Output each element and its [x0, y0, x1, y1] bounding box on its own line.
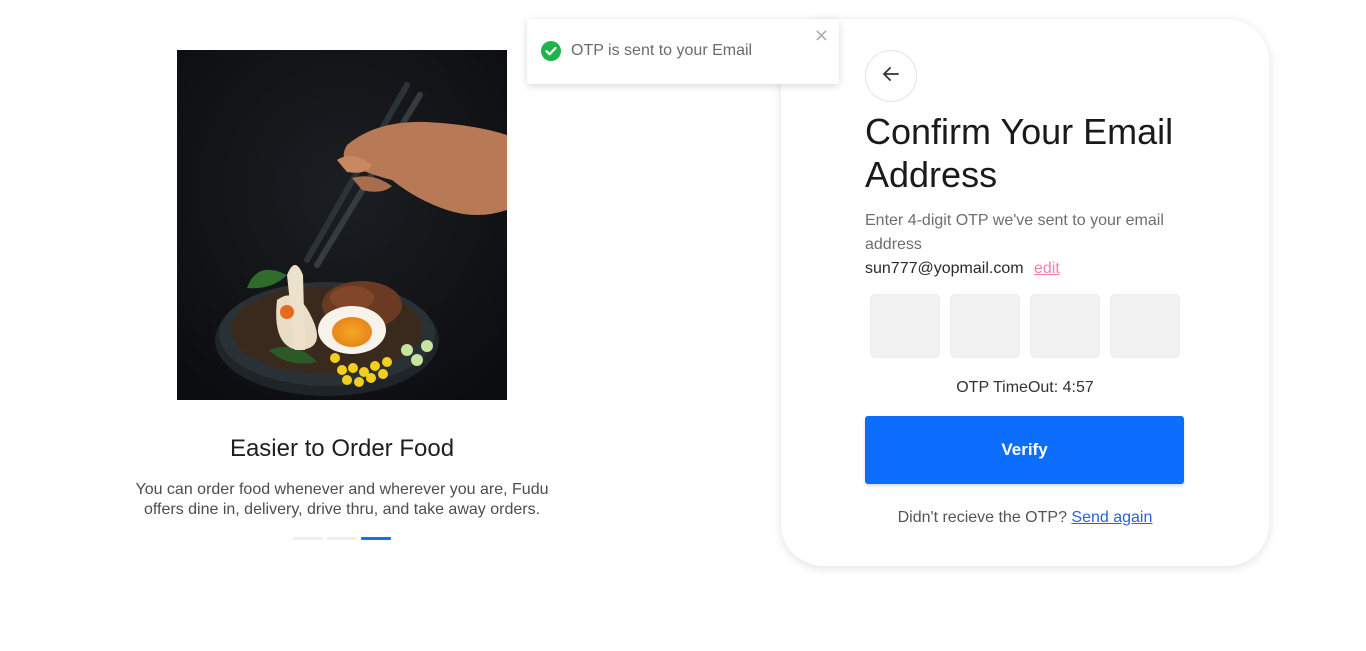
arrow-left-icon [881, 64, 901, 89]
edit-email-link[interactable]: edit [1034, 260, 1060, 277]
otp-digit-1[interactable] [870, 294, 940, 358]
otp-inputs [870, 294, 1180, 358]
confirm-email-card: Confirm Your Email Address Enter 4-digit… [781, 19, 1269, 566]
otp-sent-toast: OTP is sent to your Email × [527, 19, 839, 84]
page: Easier to Order Food You can order food … [0, 0, 1366, 651]
close-icon[interactable]: × [814, 27, 829, 45]
verify-button[interactable]: Verify [865, 416, 1184, 484]
check-circle-icon [541, 41, 561, 61]
carousel-dot-2[interactable] [327, 537, 357, 540]
onboarding-carousel: Easier to Order Food You can order food … [130, 50, 554, 540]
carousel-dot-1[interactable] [293, 537, 323, 540]
email-address: sun777@yopmail.com [865, 260, 1024, 277]
slide-title: Easier to Order Food [229, 435, 455, 462]
otp-timeout: OTP TimeOut: 4:57 [956, 379, 1094, 396]
slide-description: You can order food whenever and wherever… [135, 481, 549, 518]
resend-prompt: Didn't recieve the OTP? [897, 509, 1067, 526]
back-button[interactable] [865, 50, 917, 102]
carousel-dot-3[interactable] [361, 537, 391, 540]
page-title: Confirm Your Email Address [865, 111, 1174, 195]
email-row: sun777@yopmail.com edit [865, 257, 1060, 281]
resend-row: Didn't recieve the OTP? Send again [781, 508, 1269, 528]
otp-digit-2[interactable] [950, 294, 1020, 358]
otp-digit-4[interactable] [1110, 294, 1180, 358]
otp-digit-3[interactable] [1030, 294, 1100, 358]
toast-message: OTP is sent to your Email [571, 42, 753, 59]
carousel-pagination [130, 537, 554, 540]
ramen-bowl-photo [177, 50, 507, 400]
otp-instructions: Enter 4-digit OTP we've sent to your ema… [865, 212, 1164, 253]
send-again-link[interactable]: Send again [1071, 509, 1152, 526]
